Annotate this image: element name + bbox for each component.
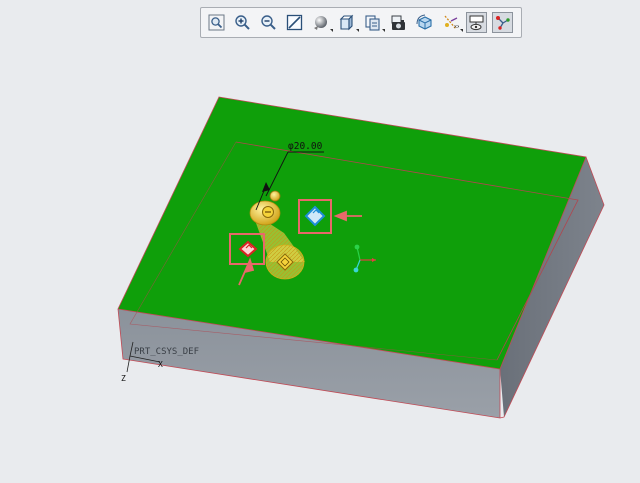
axis-z-label: Z: [121, 374, 126, 383]
dimension-label[interactable]: φ20.00: [288, 141, 323, 152]
part-block[interactable]: [117, 96, 605, 419]
axis-x-label: X: [158, 360, 163, 369]
drag-handle-icon[interactable]: [269, 190, 281, 202]
csys-label[interactable]: PRT_CSYS_DEF: [134, 347, 199, 357]
graphics-viewport[interactable]: φ20.00 PRT_CSYS_DEF X Z: [0, 0, 640, 483]
